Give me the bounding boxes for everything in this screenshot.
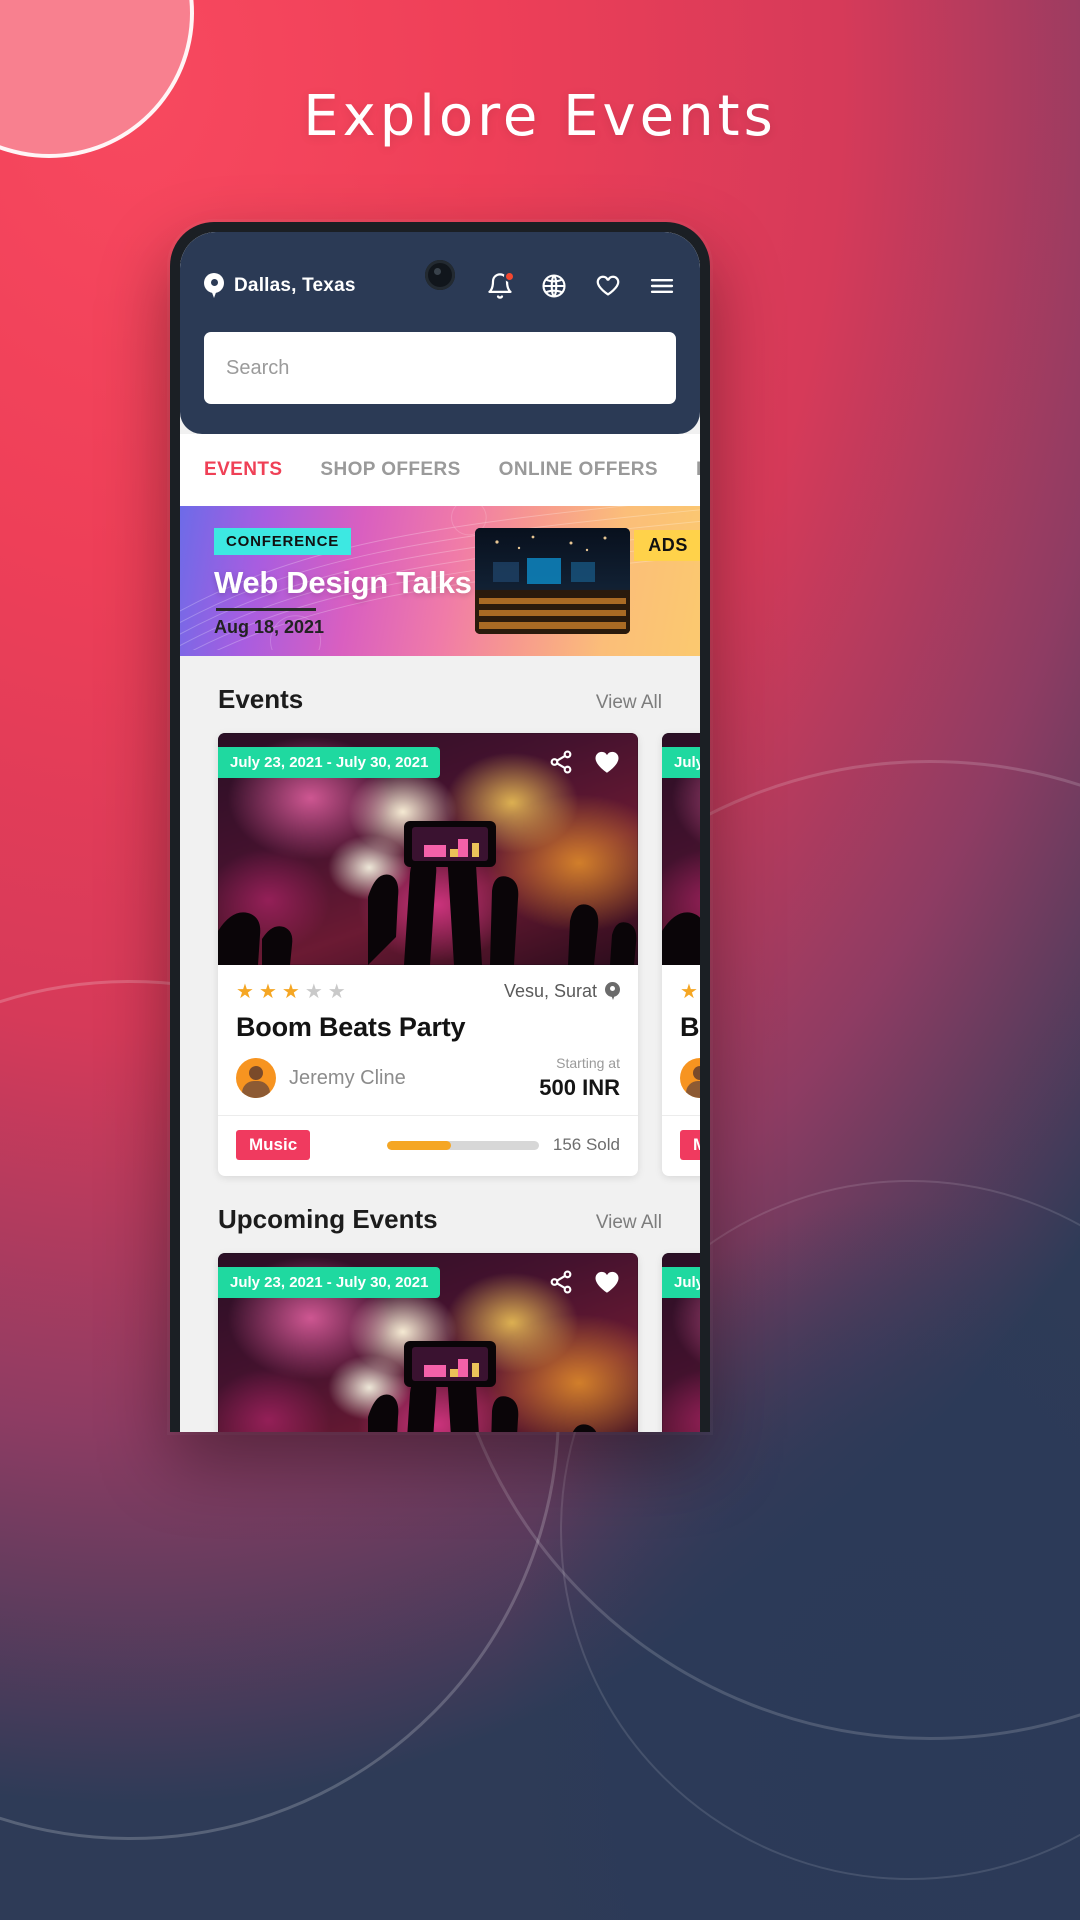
event-date-chip: July 23, 2021 - July 30, 2021 bbox=[662, 1267, 700, 1298]
rating-stars: ★★★★★ bbox=[680, 980, 698, 1003]
share-icon[interactable] bbox=[548, 1269, 574, 1295]
event-date-chip: July 23, 2021 - July 30, 2021 bbox=[218, 747, 441, 778]
banner-divider bbox=[216, 608, 316, 611]
section-title: Upcoming Events bbox=[218, 1204, 438, 1234]
bell-icon[interactable] bbox=[486, 271, 515, 300]
location-selector[interactable]: Dallas, Texas bbox=[204, 273, 356, 299]
event-image: July 23, 2021 - July 30, 2021 bbox=[662, 1253, 700, 1432]
header-icon-group bbox=[486, 271, 676, 300]
favorite-heart-icon[interactable] bbox=[592, 1267, 622, 1297]
app-content: Events View All July 23, 2021 - July 30,… bbox=[180, 656, 700, 1432]
price-value: 500 INR bbox=[539, 1075, 620, 1100]
view-all-link[interactable]: View All bbox=[596, 1212, 662, 1234]
rating-stars: ★★★★★ bbox=[236, 980, 346, 1003]
globe-icon[interactable] bbox=[540, 272, 568, 300]
map-pin-icon bbox=[204, 273, 224, 299]
phone-mockup: Dallas, Texas Search EVENTS SHOP OFFERS … bbox=[170, 222, 710, 1432]
event-date-chip: July 23, 2021 - July 30, 2021 bbox=[218, 1267, 441, 1298]
avatar bbox=[236, 1058, 276, 1098]
upcoming-events-card-row[interactable]: July 23, 2021 - July 30, 2021 July bbox=[180, 1253, 700, 1432]
event-image: July 23, 2021 - July 30, 2021 bbox=[662, 733, 700, 965]
events-card-row[interactable]: July 23, 2021 - July 30, 2021 ★ ★ ★ ★ ★ … bbox=[180, 733, 700, 1176]
event-organizer-row: Jeremy Cline Starting at 500 INR bbox=[662, 1043, 700, 1115]
view-all-link[interactable]: View All bbox=[596, 692, 662, 714]
avatar bbox=[680, 1058, 700, 1098]
event-image: July 23, 2021 - July 30, 2021 bbox=[218, 733, 638, 965]
location-label: Dallas, Texas bbox=[234, 275, 356, 296]
event-footer-row: Music 156 Sold bbox=[662, 1115, 700, 1176]
notification-badge bbox=[504, 271, 515, 282]
ads-label: ADS bbox=[634, 530, 700, 561]
banner-photo bbox=[475, 528, 630, 634]
banner-date: Aug 18, 2021 bbox=[214, 617, 325, 637]
event-media-actions bbox=[548, 747, 622, 777]
category-tabs: EVENTS SHOP OFFERS ONLINE OFFERS LIVE bbox=[180, 434, 700, 506]
promo-banner[interactable]: CONFERENCE Web Design Talks Aug 18, 2021 bbox=[180, 506, 700, 656]
organizer-name: Jeremy Cline bbox=[289, 1066, 406, 1089]
phone-screen: Dallas, Texas Search EVENTS SHOP OFFERS … bbox=[180, 232, 700, 1432]
sold-count: 156 Sold bbox=[552, 1135, 620, 1154]
event-card[interactable]: July 23, 2021 - July 30, 2021 bbox=[218, 1253, 638, 1432]
sold-progress-bar bbox=[386, 1140, 539, 1150]
favorite-heart-icon[interactable] bbox=[592, 747, 622, 777]
event-media-actions bbox=[548, 1267, 622, 1297]
event-price: Starting at 500 INR bbox=[539, 1055, 620, 1101]
search-bar[interactable] bbox=[204, 332, 676, 404]
sold-progress-group: 156 Sold bbox=[386, 1135, 620, 1155]
search-input[interactable] bbox=[204, 332, 676, 404]
tab-live[interactable]: LIVE bbox=[696, 459, 700, 481]
app-header: Dallas, Texas bbox=[180, 232, 700, 434]
event-card[interactable]: July 23, 2021 - July 30, 2021 bbox=[218, 733, 638, 1176]
tab-shop-offers[interactable]: SHOP OFFERS bbox=[320, 459, 498, 481]
event-meta-row: ★★★★★ Vesu, Surat bbox=[662, 965, 700, 1002]
location-pin-icon bbox=[605, 982, 620, 1001]
event-location: Vesu, Surat bbox=[504, 981, 620, 1002]
tab-events[interactable]: EVENTS bbox=[204, 459, 320, 481]
price-label: Starting at bbox=[556, 1055, 620, 1071]
banner-badge: CONFERENCE bbox=[214, 528, 352, 555]
section-title: Events bbox=[218, 684, 304, 714]
event-organizer-row: Jeremy Cline Starting at 500 INR bbox=[218, 1043, 638, 1115]
event-title: Boom Beats Party bbox=[236, 1012, 466, 1042]
event-image: July 23, 2021 - July 30, 2021 bbox=[218, 1253, 638, 1432]
heart-icon[interactable] bbox=[594, 272, 622, 300]
share-icon[interactable] bbox=[548, 749, 574, 775]
event-footer-row: Music 156 Sold bbox=[218, 1115, 638, 1176]
hamburger-menu-icon[interactable] bbox=[648, 272, 676, 300]
section-header-upcoming-events: Upcoming Events View All bbox=[180, 1176, 700, 1253]
category-tag[interactable]: Music bbox=[680, 1130, 700, 1160]
camera-notch-icon bbox=[425, 260, 455, 290]
tab-online-offers[interactable]: ONLINE OFFERS bbox=[499, 459, 696, 481]
page-title: Explore Events bbox=[303, 84, 777, 149]
event-card[interactable]: July 23, 2021 - July 30, 2021 ★★★★★ Vesu… bbox=[662, 733, 700, 1176]
event-meta-row: ★★★★★ Vesu, Surat bbox=[218, 965, 638, 1002]
banner-title: Web Design Talks bbox=[214, 565, 472, 600]
section-header-events: Events View All bbox=[180, 656, 700, 733]
category-tag[interactable]: Music bbox=[236, 1130, 311, 1160]
event-card[interactable]: July 23, 2021 - July 30, 2021 ★★★★★ Vesu… bbox=[662, 1253, 700, 1432]
event-date-chip: July 23, 2021 - July 30, 2021 bbox=[662, 747, 700, 778]
event-title: Boom Beats Party bbox=[680, 1012, 700, 1042]
event-location-label: Vesu, Surat bbox=[503, 981, 597, 1001]
